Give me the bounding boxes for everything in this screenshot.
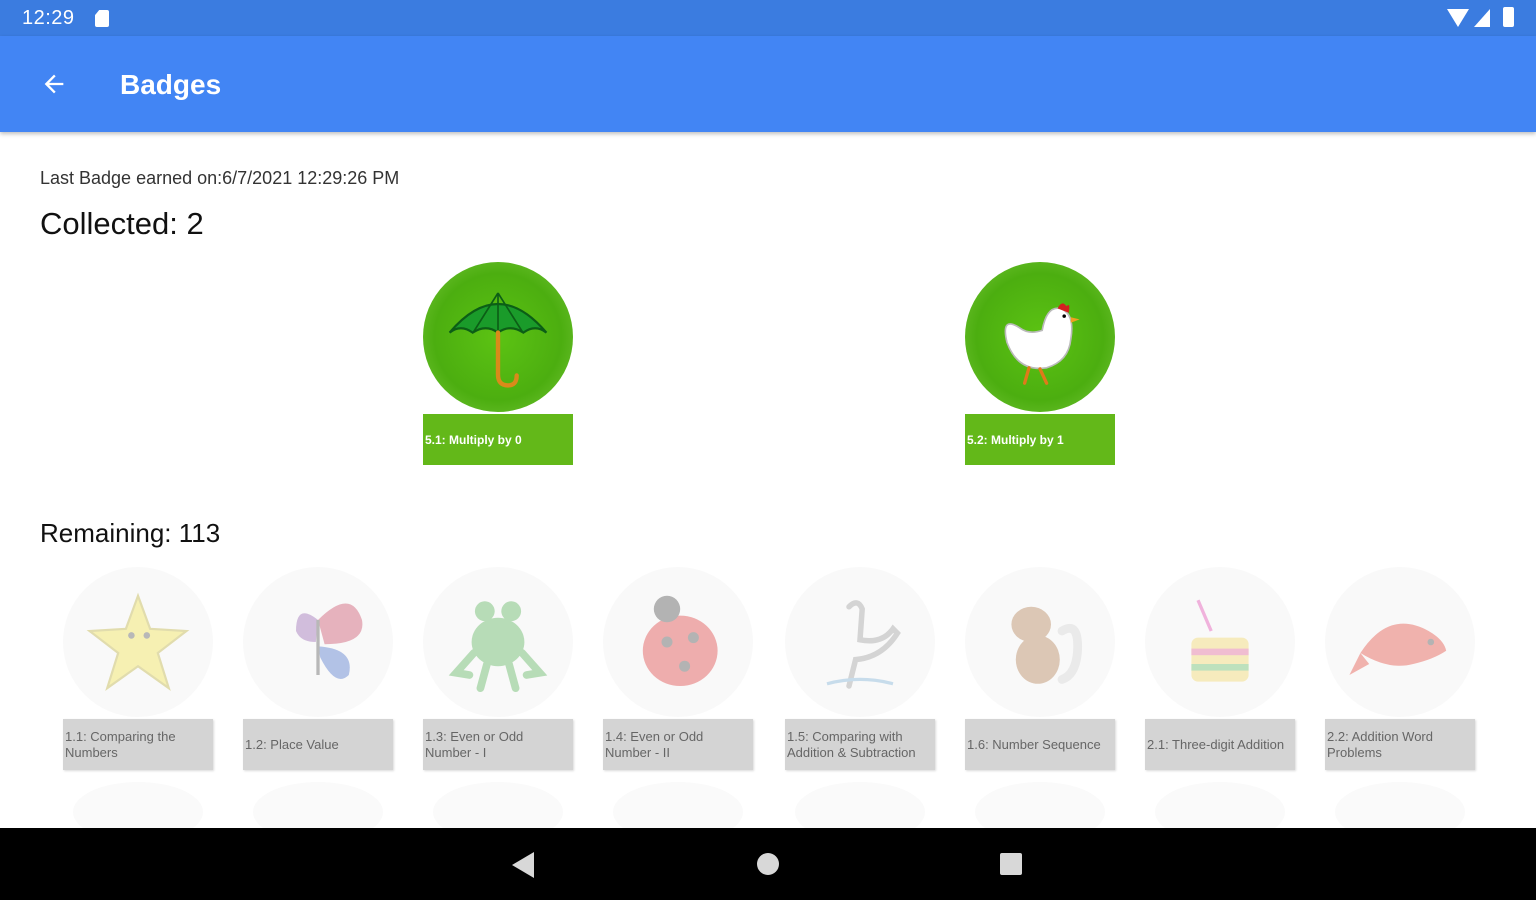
badge-disc xyxy=(965,262,1115,412)
partial-badge-disc xyxy=(975,782,1105,828)
star-icon xyxy=(86,592,190,691)
badge-disc xyxy=(965,567,1115,717)
cake-icon xyxy=(1191,599,1249,682)
page-title: Badges xyxy=(120,69,222,100)
badge-disc xyxy=(785,567,935,717)
last-badge-earned-text: Last Badge earned on:6/7/2021 12:29:26 P… xyxy=(40,168,400,188)
back-button[interactable] xyxy=(28,58,80,110)
partial-badge-disc xyxy=(253,782,383,828)
badge-disc xyxy=(603,567,753,717)
nav-recents-icon[interactable] xyxy=(1000,853,1022,875)
dog-icon xyxy=(1011,606,1083,684)
hen-icon xyxy=(1004,303,1080,385)
badge-disc xyxy=(1325,567,1475,717)
collected-heading: Collected: 2 xyxy=(40,206,204,241)
battery-icon xyxy=(1503,7,1514,27)
fish-icon xyxy=(1349,623,1447,675)
status-bar: 12:29 xyxy=(0,0,1536,36)
badge-disc xyxy=(423,262,573,412)
badge-label: 1.1: Comparing the Numbers xyxy=(63,719,213,770)
status-time: 12:29 xyxy=(22,7,75,29)
badge-disc xyxy=(63,567,213,717)
badge-label: 1.2: Place Value xyxy=(243,719,393,770)
badge-label: 1.4: Even or Odd Number - II xyxy=(603,719,753,770)
badge-disc xyxy=(423,567,573,717)
remaining-heading: Remaining: 113 xyxy=(40,518,221,548)
wifi-icon xyxy=(1447,9,1469,27)
badge-label: 2.2: Addition Word Problems xyxy=(1325,719,1475,770)
partial-badge-disc xyxy=(795,782,925,828)
partial-badge-disc xyxy=(433,782,563,828)
nav-home-icon[interactable] xyxy=(757,853,779,875)
badge-label: 5.1: Multiply by 0 xyxy=(423,414,573,465)
badge-disc xyxy=(1145,567,1295,717)
badge-label: 5.2: Multiply by 1 xyxy=(965,414,1115,465)
badge-label: 1.5: Comparing with Addition & Subtracti… xyxy=(785,719,935,770)
sd-card-icon xyxy=(95,10,109,27)
nav-back-icon[interactable] xyxy=(512,852,534,878)
badge-disc xyxy=(243,567,393,717)
umbrella-icon xyxy=(448,292,548,388)
arrow-back-icon xyxy=(44,74,64,94)
badges-content[interactable]: Last Badge earned on:6/7/2021 12:29:26 P… xyxy=(0,132,1536,828)
partial-badge-disc xyxy=(1335,782,1465,828)
system-navigation-bar xyxy=(0,828,1536,900)
partial-badge-disc xyxy=(73,782,203,828)
heron-icon xyxy=(826,600,901,689)
frog-icon xyxy=(448,601,548,693)
ladybug-icon xyxy=(642,595,718,686)
signal-icon xyxy=(1474,9,1490,27)
badge-label: 1.3: Even or Odd Number - I xyxy=(423,719,573,770)
partial-badge-disc xyxy=(613,782,743,828)
butterfly-icon xyxy=(296,603,363,679)
app-bar: Badges xyxy=(0,36,1536,132)
badge-label: 2.1: Three-digit Addition xyxy=(1145,719,1295,770)
badge-label: 1.6: Number Sequence xyxy=(965,719,1115,770)
partial-badge-disc xyxy=(1155,782,1285,828)
